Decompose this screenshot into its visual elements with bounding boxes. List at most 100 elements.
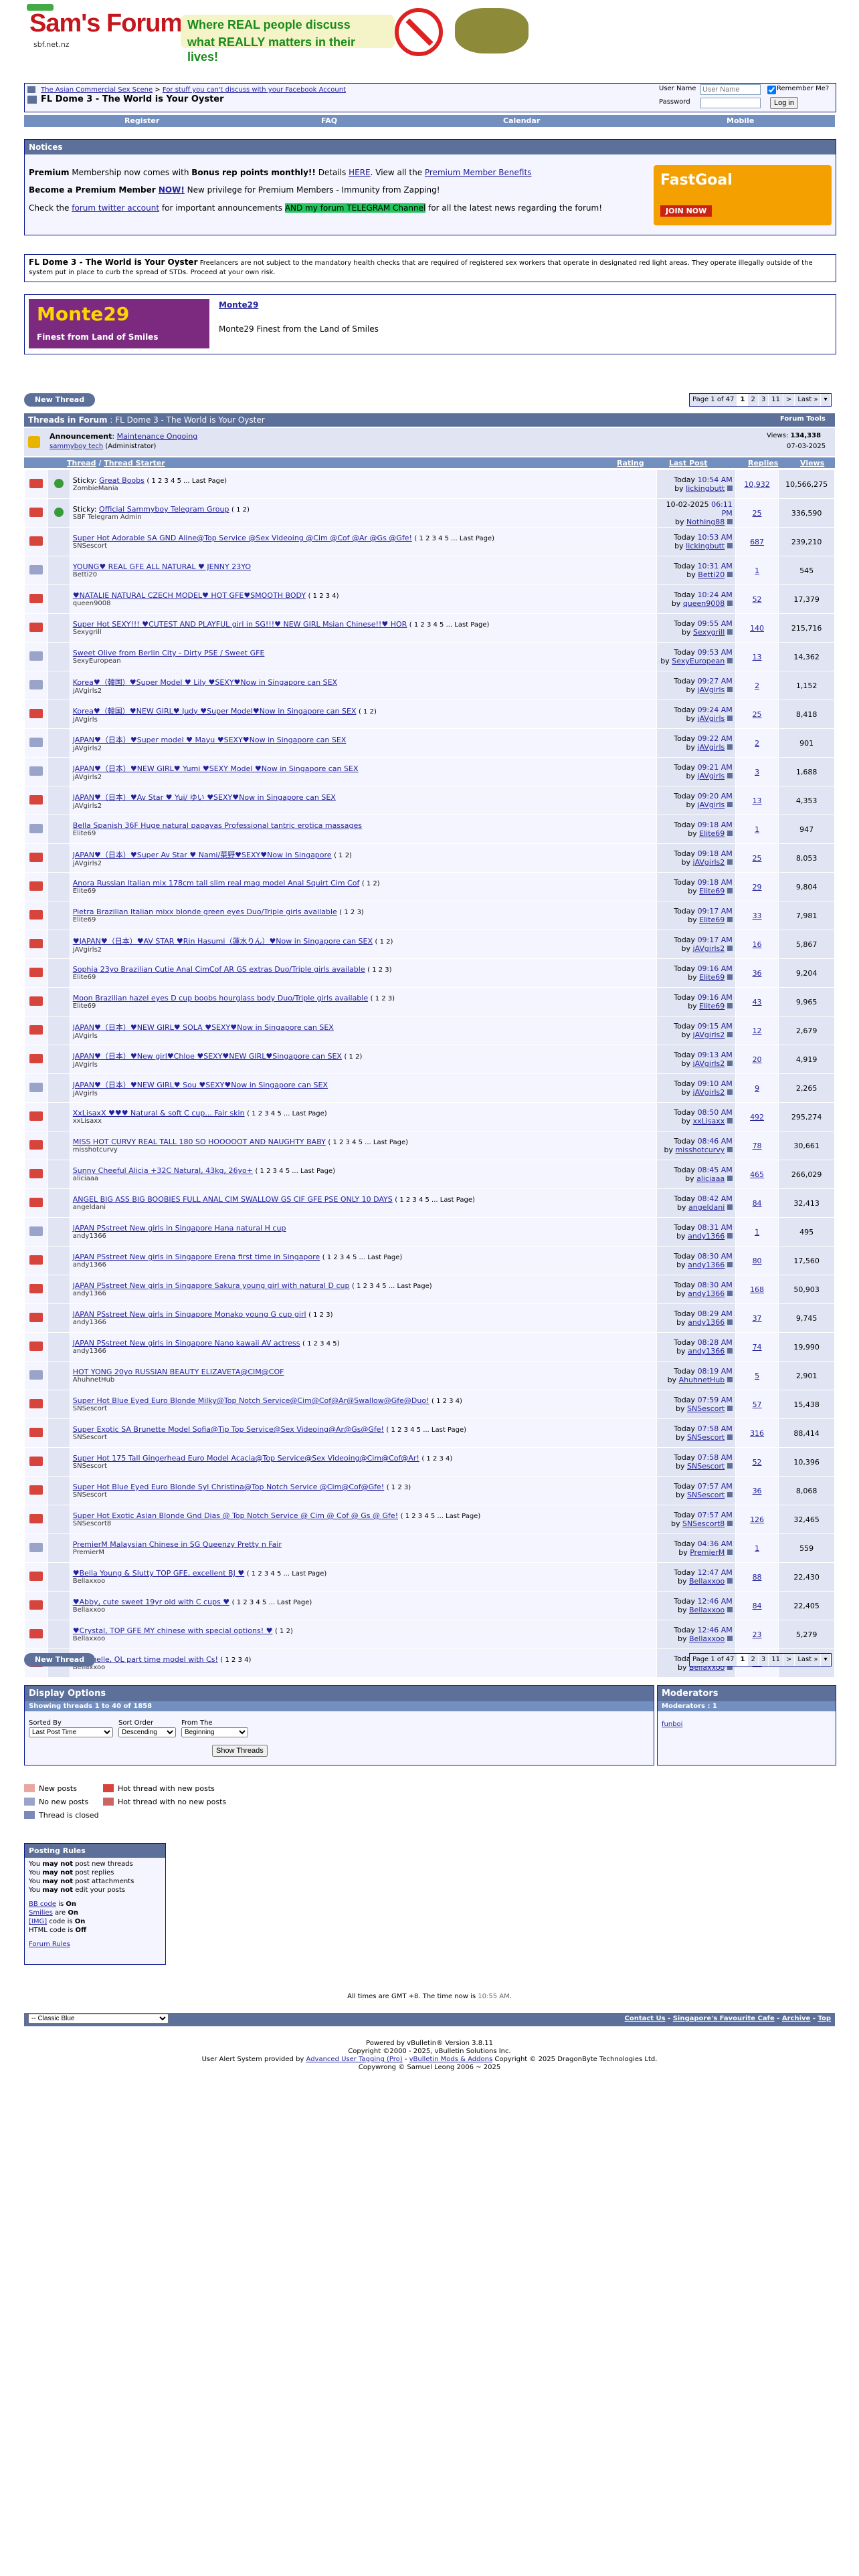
hot-thread-icon[interactable] [29, 622, 43, 632]
replies-count[interactable]: 492 [750, 1113, 764, 1121]
pager-last[interactable]: Last » [795, 1654, 822, 1666]
hot-thread-icon[interactable] [29, 708, 43, 718]
replies-count[interactable]: 36 [753, 1487, 762, 1495]
thread-pages[interactable]: ( 1 2 3 4 5 ... Last Page) [255, 1168, 335, 1175]
go-last-post-icon[interactable] [727, 917, 733, 922]
last-post-author[interactable]: Elite69 [699, 1002, 725, 1010]
thread-pages[interactable]: ( 1 2 3 4 5 ... Last Page) [386, 1426, 466, 1434]
contact-us-link[interactable]: Contact Us [624, 2015, 665, 2022]
replies-count[interactable]: 13 [753, 796, 762, 805]
thread-folder-icon[interactable] [29, 651, 43, 661]
last-post-author[interactable]: jAVgirls2 [693, 944, 725, 953]
go-last-post-icon[interactable] [727, 716, 733, 721]
thread-title-link[interactable]: Super Hot 175 Tall Gingerhead Euro Model… [73, 1454, 419, 1463]
go-last-post-icon[interactable] [727, 1147, 733, 1152]
login-button[interactable]: Log in [770, 97, 798, 109]
sort-rating-link[interactable]: Rating [617, 459, 644, 467]
last-post-author[interactable]: queen9008 [683, 599, 725, 608]
last-post-author[interactable]: jAVgirls2 [693, 1059, 725, 1068]
replies-count[interactable]: 80 [753, 1257, 762, 1265]
go-last-post-icon[interactable] [727, 773, 733, 778]
thread-title-link[interactable]: JAPAN♥（日本）♥NEW GIRL♥ SOLA ♥SEXY♥Now in S… [73, 1023, 334, 1032]
thread-starter[interactable]: SNSescort [73, 1434, 654, 1441]
pager-dropdown-icon[interactable]: ▾ [821, 1654, 831, 1666]
thread-title-link[interactable]: Super Exotic SA Brunette Model Sofia@Tip… [73, 1425, 384, 1434]
thread-folder-icon[interactable] [29, 1370, 43, 1380]
thread-pages[interactable]: ( 1 2) [359, 708, 377, 716]
thread-folder-icon[interactable] [29, 823, 43, 833]
thread-starter[interactable]: Betti20 [73, 571, 654, 578]
go-last-post-icon[interactable] [727, 1262, 733, 1267]
last-post-author[interactable]: Bellaxxoo [689, 1577, 725, 1586]
hot-thread-icon[interactable] [29, 996, 43, 1006]
last-post-author[interactable]: SNSescort [687, 1404, 725, 1413]
thread-starter[interactable]: SNSescort8 [73, 1520, 654, 1527]
thread-starter[interactable]: andy1366 [73, 1319, 654, 1326]
thread-title-link[interactable]: JAPAN PSstreet New girls in Singapore Er… [73, 1253, 320, 1261]
last-post-author[interactable]: jAVgirls [698, 772, 725, 780]
thread-title-link[interactable]: ANGEL BIG ASS BIG BOOBIES FULL ANAL CIM … [73, 1195, 393, 1204]
img-code-link[interactable]: [IMG] [29, 1918, 47, 1925]
replies-count[interactable]: 37 [753, 1314, 762, 1323]
top-link[interactable]: Top [818, 2015, 831, 2022]
thread-starter[interactable]: misshotcurvy [73, 1146, 654, 1154]
hot-thread-icon[interactable] [29, 1312, 43, 1322]
thread-title-link[interactable]: JAPAN♥（日本）♥Super model ♥ Mayu ♥SEXY♥Now … [73, 736, 347, 744]
become-premium-link[interactable]: NOW! [159, 185, 185, 195]
thread-pages[interactable]: ( 1 2) [334, 852, 352, 859]
pager-dropdown-icon[interactable]: ▾ [821, 394, 831, 406]
thread-folder-icon[interactable] [29, 564, 43, 574]
telegram-link[interactable]: AND my forum TELEGRAM Channel [284, 203, 426, 213]
last-post-author[interactable]: AhuhnetHub [679, 1376, 725, 1384]
go-last-post-icon[interactable] [727, 831, 733, 836]
last-post-author[interactable]: andy1366 [688, 1318, 725, 1327]
replies-count[interactable]: 52 [753, 1458, 762, 1467]
fastgoal-ad[interactable]: FastGoal JOIN NOW [654, 165, 832, 225]
go-last-post-icon[interactable] [727, 1492, 733, 1497]
hot-thread-icon[interactable] [29, 1197, 43, 1207]
replies-count[interactable]: 25 [753, 854, 762, 863]
last-post-author[interactable]: andy1366 [688, 1289, 725, 1298]
thread-pages[interactable]: ( 1 2 3) [339, 909, 363, 916]
last-post-author[interactable]: jAVgirls [698, 685, 725, 694]
go-last-post-icon[interactable] [727, 1003, 733, 1008]
go-last-post-icon[interactable] [727, 1463, 733, 1469]
last-post-author[interactable]: misshotcurvy [675, 1146, 725, 1154]
pager-next[interactable]: > [783, 394, 795, 406]
thread-title-link[interactable]: Super Hot Blue Eyed Euro Blonde Syl Chri… [73, 1483, 384, 1491]
thread-title-link[interactable]: Super Hot Adorable SA GND Aline@Top Serv… [73, 534, 412, 542]
thread-pages[interactable]: ( 1 2 3 4 5 ... Last Page) [247, 1110, 327, 1117]
last-post-author[interactable]: lickingbutt [686, 542, 725, 550]
thread-starter[interactable]: andy1366 [73, 1261, 654, 1269]
thread-title-link[interactable]: ♥NATALIE NATURAL CZECH MODEL♥ HOT GFE♥SM… [73, 591, 306, 600]
replies-count[interactable]: 465 [750, 1170, 764, 1179]
thread-starter[interactable]: Elite69 [73, 887, 654, 895]
replies-count[interactable]: 36 [753, 969, 762, 978]
announcement-title-link[interactable]: Maintenance Ongoing [117, 432, 198, 441]
go-last-post-icon[interactable] [727, 802, 733, 807]
go-last-post-icon[interactable] [727, 1377, 733, 1382]
password-input[interactable] [700, 98, 761, 108]
go-last-post-icon[interactable] [727, 1233, 733, 1239]
sort-views-link[interactable]: Views [800, 459, 824, 467]
new-thread-button-top[interactable]: New Thread [24, 393, 95, 407]
pager-page-2[interactable]: 2 [748, 394, 759, 406]
last-post-author[interactable]: jAVgirls2 [693, 858, 725, 867]
replies-count[interactable]: 1 [755, 566, 759, 575]
thread-starter[interactable]: SNSescort [73, 1491, 654, 1499]
replies-count[interactable]: 9 [755, 1084, 759, 1093]
thread-starter[interactable]: Bellaxxoo [73, 1578, 654, 1585]
thread-title-link[interactable]: ♥Abby, cute sweet 19yr old with C cups ♥ [73, 1598, 229, 1606]
thread-pages[interactable]: ( 1 2 3) [308, 1311, 332, 1319]
hot-thread-icon[interactable] [29, 1255, 43, 1265]
last-post-author[interactable]: Nothing88 [686, 518, 725, 526]
moderator-link[interactable]: funboi [662, 1721, 682, 1728]
replies-count[interactable]: 25 [753, 710, 762, 719]
go-last-post-icon[interactable] [727, 486, 733, 491]
thread-title-link[interactable]: JAPAN♥（日本）♥NEW GIRL♥ Yumi ♥SEXY Model ♥N… [73, 764, 359, 773]
thread-pages[interactable]: ( 1 2) [231, 506, 250, 514]
go-last-post-icon[interactable] [727, 1434, 733, 1440]
thread-title-link[interactable]: Great Boobs [99, 476, 145, 485]
go-last-post-icon[interactable] [727, 518, 733, 524]
go-last-post-icon[interactable] [727, 974, 733, 980]
